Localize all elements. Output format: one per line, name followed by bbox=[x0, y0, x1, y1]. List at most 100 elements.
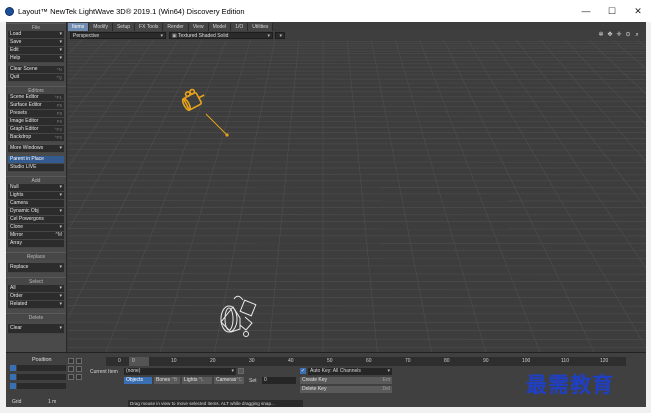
sidebar-item-image-editor[interactable]: Image Editor F6 bbox=[8, 118, 64, 126]
lightwave-app-icon bbox=[5, 6, 14, 16]
sidebar-item-label: Dynamic Obj bbox=[10, 208, 39, 214]
sidebar-item-edit[interactable]: Edit ▾ bbox=[8, 47, 64, 55]
auto-key-select[interactable]: Auto Key: All Channels ▾ bbox=[308, 368, 392, 375]
lights-button[interactable]: Lights ^L bbox=[182, 377, 212, 384]
sidebar-item-null[interactable]: Null ▾ bbox=[8, 184, 64, 192]
tab-items[interactable]: Items bbox=[68, 22, 90, 31]
sidebar-item-backdrop[interactable]: Backdrop ^F5 bbox=[8, 134, 64, 142]
sidebar-item-mirror[interactable]: Mirror ^M bbox=[8, 232, 64, 240]
sidebar-item-save[interactable]: Save ▾ bbox=[8, 39, 64, 47]
tab-model[interactable]: Model bbox=[208, 22, 232, 31]
chevron-down-icon: ▾ bbox=[279, 33, 282, 39]
sidebar-item-lights[interactable]: Lights ▾ bbox=[8, 192, 64, 200]
key-z-button-2[interactable] bbox=[76, 374, 82, 380]
gear-icon[interactable]: ✲ bbox=[598, 32, 604, 38]
viewport-options-select[interactable]: ▾ bbox=[275, 32, 285, 39]
tab-utilities[interactable]: Utilities bbox=[248, 22, 274, 31]
chevron-down-icon: ^M bbox=[55, 232, 62, 238]
tab-view[interactable]: View bbox=[188, 22, 209, 31]
position-y-field[interactable] bbox=[10, 374, 66, 381]
sidebar-item-label: Edit bbox=[10, 47, 19, 53]
chevron-down-icon: ▾ bbox=[267, 33, 270, 39]
sidebar-item-label: Clear Scene bbox=[10, 66, 38, 72]
key-x-button-2[interactable] bbox=[76, 358, 82, 364]
sidebar-item-graph-editor[interactable]: Graph Editor ^F2 bbox=[8, 126, 64, 134]
tab-1-o[interactable]: 1/O bbox=[231, 22, 249, 31]
cameras-button[interactable]: Cameras^C bbox=[214, 377, 244, 384]
sidebar-item-parent-in-place[interactable]: Parent in Place bbox=[8, 156, 64, 164]
current-item-select[interactable]: (none) ▾ bbox=[124, 368, 236, 375]
sidebar-item-presets[interactable]: Presets F8 bbox=[8, 110, 64, 118]
key-x-button[interactable] bbox=[68, 358, 74, 364]
window-title: Layout™ NewTek LightWave 3D® 2019.1 (Win… bbox=[18, 6, 245, 16]
3d-viewport[interactable] bbox=[68, 40, 646, 352]
position-x-field[interactable] bbox=[10, 365, 66, 372]
magnify-icon[interactable]: ⌕ bbox=[634, 32, 640, 38]
auto-key-checkbox[interactable]: ✓ bbox=[300, 368, 306, 374]
view-mode-select[interactable]: Perspective ▾ bbox=[70, 32, 166, 39]
position-z-field[interactable] bbox=[10, 383, 66, 390]
shortcut-label: F5 bbox=[56, 103, 62, 108]
chevron-down-icon: ▾ bbox=[59, 293, 62, 299]
sidebar-item-order[interactable]: Order ▾ bbox=[8, 293, 64, 301]
sidebar-item-all[interactable]: All ▾ bbox=[8, 285, 64, 293]
bones-button[interactable]: Bones ^B bbox=[154, 377, 180, 384]
shortcut-label: F8 bbox=[56, 111, 62, 116]
key-z-button[interactable] bbox=[68, 374, 74, 380]
key-y-button-2[interactable] bbox=[76, 366, 82, 372]
sidebar-item-surface-editor[interactable]: Surface Editor F5 bbox=[8, 102, 64, 110]
chevron-down-icon: ▾ bbox=[59, 47, 62, 53]
camera-gizmo bbox=[181, 88, 205, 112]
replace-header: Replace bbox=[6, 252, 66, 260]
chevron-down-icon: ▾ bbox=[59, 224, 62, 230]
tab-render[interactable]: Render bbox=[163, 22, 189, 31]
sidebar-item-load[interactable]: Load ▾ bbox=[8, 31, 64, 39]
item-properties-button[interactable] bbox=[238, 368, 244, 374]
sidebar-item-camera[interactable]: Camera bbox=[8, 200, 64, 208]
shading-mode-select[interactable]: ▣ Textured Shaded Solid ▾ bbox=[169, 32, 273, 39]
sidebar-item-studio-live[interactable]: Studio LIVE bbox=[8, 164, 64, 172]
sidebar-item-array[interactable]: Array bbox=[8, 240, 64, 248]
minimize-button[interactable]: — bbox=[573, 0, 599, 22]
watermark-logo: 最需教育 bbox=[526, 373, 614, 397]
key-y-button[interactable] bbox=[68, 366, 74, 372]
sidebar-item-clear[interactable]: Clear ▾ bbox=[8, 324, 64, 334]
sidebar-item-clear-scene[interactable]: Clear Scene ^N bbox=[8, 66, 64, 74]
move-view-icon[interactable]: ✛ bbox=[616, 32, 622, 38]
timeline-tick-label: 10 bbox=[171, 358, 177, 364]
shortcut-label: ^L bbox=[198, 377, 204, 383]
delete-key-button[interactable]: Delete Key Del bbox=[300, 386, 392, 393]
sidebar-item-related[interactable]: Related ▾ bbox=[8, 301, 64, 309]
set-frame-field[interactable]: 0 bbox=[262, 377, 296, 384]
sidebar-item-dynamic-obj[interactable]: Dynamic Obj ▾ bbox=[8, 208, 64, 216]
tab-setup[interactable]: Setup bbox=[112, 22, 136, 31]
sidebar-item-label: Presets bbox=[10, 110, 27, 116]
shortcut-label: Del bbox=[382, 386, 390, 392]
sidebar-item-help[interactable]: Help ▾ bbox=[8, 55, 64, 63]
sidebar-item-clone[interactable]: Clone ▾ bbox=[8, 224, 64, 232]
chevron-down-icon: ▾ bbox=[387, 368, 390, 374]
zoom-view-icon[interactable]: ⊙ bbox=[625, 32, 631, 38]
timeline-slider[interactable]: 0 0 10 20 30 40 50 60 70 80 90 100 110 120 bbox=[106, 357, 626, 366]
rotate-view-icon[interactable]: ✥ bbox=[607, 32, 613, 38]
sidebar-item-cel-powergons[interactable]: Cel Powergons bbox=[8, 216, 64, 224]
sidebar-item-replace[interactable]: Replace ▾ bbox=[8, 263, 64, 273]
sidebar-item-quit[interactable]: Quit ^Q bbox=[8, 74, 64, 82]
set-label: Set bbox=[249, 378, 257, 384]
close-button[interactable]: ✕ bbox=[625, 0, 651, 22]
objects-button[interactable]: Objects bbox=[124, 377, 152, 384]
create-key-button[interactable]: Create Key Ent bbox=[300, 377, 392, 384]
shortcut-label: ^F2 bbox=[54, 127, 62, 132]
sidebar-item-scene-editor[interactable]: Scene Editor ^F1 bbox=[8, 94, 64, 102]
grid-size-value: 1 m bbox=[48, 399, 57, 405]
timeline-tick-label: 0 bbox=[132, 358, 135, 364]
tab-fx-tools[interactable]: FX Tools bbox=[135, 22, 164, 31]
shortcut-label: Ent bbox=[382, 377, 390, 383]
sidebar-item-label: All bbox=[10, 285, 16, 291]
sidebar-item-more-windows[interactable]: More Windows ▾ bbox=[8, 145, 64, 153]
tab-modify[interactable]: Modify bbox=[89, 22, 113, 31]
chevron-down-icon: ▾ bbox=[59, 145, 62, 151]
maximize-button[interactable]: ☐ bbox=[599, 0, 625, 22]
chevron-down-icon: ▾ bbox=[59, 192, 62, 198]
timeline-tick-label: 70 bbox=[405, 358, 411, 364]
